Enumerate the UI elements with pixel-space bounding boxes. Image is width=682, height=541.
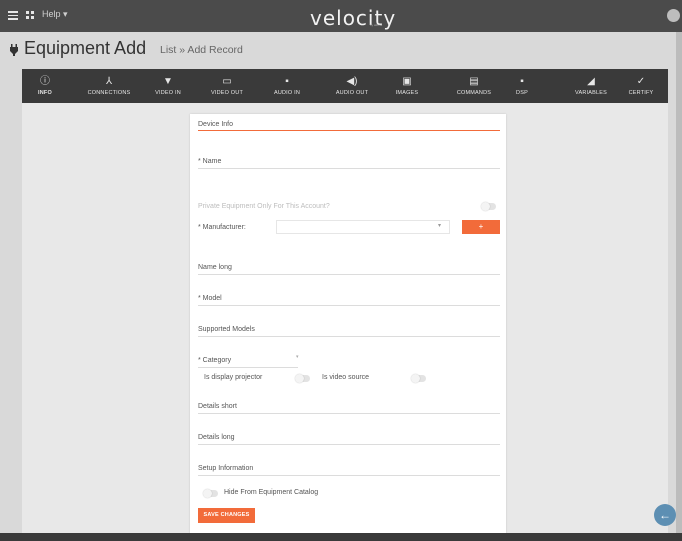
section-title: Device Info (198, 121, 234, 128)
speaker-icon: ◀) (346, 76, 358, 87)
tab-label: AUDIO IN (273, 90, 301, 96)
name-field[interactable] (198, 168, 500, 169)
tab-label: VIDEO IN (155, 90, 181, 96)
name-long-field[interactable] (198, 274, 500, 275)
velocity-logo: velocity (310, 6, 397, 30)
manufacturer-label: * Manufacturer: (198, 224, 246, 231)
tab-label: CERTIFY (628, 90, 654, 96)
chevron-down-icon: ▾ (437, 223, 441, 229)
tab-video-in[interactable]: ▼ VIDEO IN (148, 69, 188, 103)
page-title: Equipment Add (24, 38, 147, 58)
is-video-source-label: Is video source (322, 374, 370, 381)
app-window: Help ▾ velocity by atlona Equipment Add … (0, 0, 682, 541)
tab-audio-in[interactable]: ▪ AUDIO IN (267, 69, 307, 103)
image-icon: ▣ (402, 76, 412, 87)
setup-information-field[interactable] (198, 475, 500, 476)
tab-label: CONNECTIONS (87, 90, 131, 96)
tab-label: COMMANDS (456, 90, 492, 96)
form-card: Device Info * Name Private Equipment Onl… (190, 114, 506, 538)
dsp-icon: ▪ (520, 76, 524, 87)
details-long-field[interactable] (198, 444, 500, 445)
content-panel: ⓘ INFO ⅄ CONNECTIONS ▼ VIDEO IN ▭ VIDEO OUT ▪ AUD… (22, 69, 668, 541)
tab-audio-out[interactable]: ◀) AUDIO OUT (324, 69, 380, 103)
category-select[interactable] (198, 367, 298, 368)
plug-icon: ▼ (163, 76, 173, 87)
hide-from-catalog-toggle[interactable] (203, 489, 218, 498)
manufacturer-select[interactable]: ▾ (276, 220, 450, 234)
connections-icon: ⅄ (105, 76, 113, 87)
supported-models-label: Supported Models (198, 326, 255, 333)
model-field[interactable] (198, 305, 500, 306)
tab-label: VARIABLES (575, 90, 607, 96)
section-underline (198, 130, 500, 131)
tab-label: INFO (38, 90, 52, 96)
tab-info[interactable]: ⓘ INFO (32, 69, 58, 103)
supported-models-field[interactable] (198, 336, 500, 337)
add-manufacturer-button[interactable]: + (462, 220, 500, 234)
name-long-label: Name long (198, 264, 232, 271)
user-avatar[interactable] (667, 9, 680, 22)
back-button[interactable]: ← (654, 504, 676, 526)
category-label: * Category (198, 357, 232, 364)
is-video-source-toggle[interactable] (411, 374, 426, 383)
commands-icon: ▤ (469, 76, 479, 87)
tab-label: IMAGES (395, 90, 419, 96)
variables-icon: ◢ (587, 76, 595, 87)
is-display-projector-toggle[interactable] (295, 374, 310, 383)
details-short-field[interactable] (198, 413, 500, 414)
tab-certify[interactable]: ✓ CERTIFY (623, 69, 659, 103)
menu-icon[interactable] (8, 11, 18, 20)
info-icon: ⓘ (40, 76, 50, 87)
private-equipment-label: Private Equipment Only For This Account? (198, 203, 330, 210)
help-menu[interactable]: Help ▾ (42, 9, 68, 20)
monitor-icon: ▭ (222, 76, 232, 87)
tab-variables[interactable]: ◢ VARIABLES (562, 69, 620, 103)
page-scrollbar[interactable] (676, 32, 682, 541)
top-bar: Help ▾ velocity by atlona (0, 0, 682, 32)
tab-label: AUDIO OUT (335, 90, 369, 96)
tab-label: VIDEO OUT (210, 90, 244, 96)
plug-icon (10, 44, 18, 56)
footer (0, 533, 682, 541)
tab-dsp[interactable]: ▪ DSP (509, 69, 535, 103)
tab-video-out[interactable]: ▭ VIDEO OUT (202, 69, 252, 103)
tab-label: DSP (516, 90, 528, 96)
logo-subtitle: by atlona (370, 23, 383, 27)
chevron-down-icon: ▾ (296, 354, 299, 360)
tab-commands[interactable]: ▤ COMMANDS (444, 69, 504, 103)
model-label: * Model (198, 295, 222, 302)
apps-grid-icon[interactable] (26, 11, 35, 20)
details-long-label: Details long (198, 434, 235, 441)
hide-from-catalog-label: Hide From Equipment Catalog (224, 489, 319, 496)
name-field-label: * Name (198, 158, 222, 165)
breadcrumb[interactable]: List » Add Record (160, 44, 243, 56)
arrow-left-icon: ← (659, 508, 671, 522)
tab-bar: ⓘ INFO ⅄ CONNECTIONS ▼ VIDEO IN ▭ VIDEO OUT ▪ AUD… (22, 69, 668, 103)
save-changes-button[interactable]: SAVE CHANGES (198, 508, 255, 523)
check-icon: ✓ (636, 76, 646, 87)
is-display-projector-label: Is display projector (204, 374, 263, 381)
tab-connections[interactable]: ⅄ CONNECTIONS (79, 69, 139, 103)
private-equipment-toggle[interactable] (481, 202, 496, 211)
details-short-label: Details short (198, 403, 237, 410)
tab-images[interactable]: ▣ IMAGES (387, 69, 427, 103)
setup-information-label: Setup Information (198, 465, 254, 472)
bars-icon: ▪ (285, 76, 289, 87)
